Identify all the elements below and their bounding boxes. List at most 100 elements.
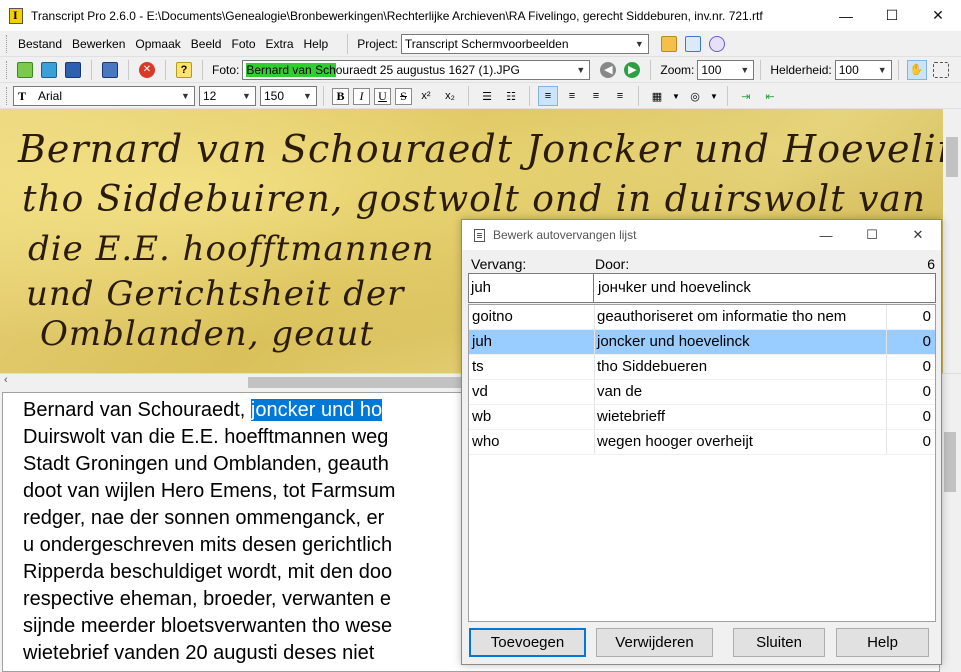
replacement-list[interactable]: goitno geauthoriseret om informatie tho … [468,304,936,622]
viewer-vertical-scrollbar[interactable] [943,109,961,373]
add-button[interactable]: Toevoegen [469,628,586,657]
chevron-down-icon: ▼ [630,35,648,53]
door-header: Door: [595,256,630,272]
zoom-label: Zoom: [660,62,695,77]
scroll-thumb[interactable] [248,377,468,388]
scroll-left-icon[interactable]: ‹ [4,374,8,386]
brightness-select[interactable]: 100 ▼ [834,59,892,80]
chevron-down-icon: ▼ [736,60,754,79]
menu-foto[interactable]: Foto [226,37,260,51]
menu-help[interactable]: Help [299,37,334,51]
cancel-icon[interactable]: ✕ [137,60,157,80]
project-select[interactable]: Transcript Schermvoorbeelden ▼ [400,34,649,54]
list-item-value: tho Siddebueren [595,355,887,379]
menu-beeld[interactable]: Beeld [186,37,227,51]
maximize-button[interactable]: ☐ [869,0,915,31]
folder-open-icon[interactable] [659,34,679,54]
chevron-down-icon: ▼ [299,87,316,105]
editor-scrollbar[interactable] [940,392,961,672]
app-icon [9,7,23,24]
list-item[interactable]: goitno geauthoriseret om informatie tho … [469,305,935,330]
bold-button[interactable]: B [332,87,349,105]
chevron-down-icon[interactable]: ▼ [671,86,681,106]
open-file-icon[interactable] [15,60,35,80]
list-item-key: juh [469,330,595,354]
bullet-list-icon[interactable]: ☰ [477,86,497,106]
zoom-value: 100 [701,62,722,77]
photo-filename: ouraedt 25 augustus 1627 (1).JPG [335,62,520,77]
align-center-icon[interactable]: ≡ [562,86,582,106]
list-item-count: 0 [922,433,931,450]
minimize-button[interactable]: — [823,0,869,31]
align-left-icon[interactable]: ≡ [538,86,558,106]
align-justify-icon[interactable]: ≡ [610,86,630,106]
numbered-list-icon[interactable]: ☷ [501,86,521,106]
list-item-count: 0 [922,308,931,325]
font-icon: T [18,89,27,103]
next-icon[interactable]: ▶ [622,60,642,80]
subscript-button[interactable]: x₂ [440,86,460,106]
vervang-input[interactable]: juh [468,273,594,303]
dialog-maximize-button[interactable]: ☐ [849,220,895,250]
strike-button[interactable]: S [395,87,412,105]
image-icon[interactable] [39,60,59,80]
scroll-thumb[interactable] [944,432,956,492]
target-icon[interactable] [707,34,727,54]
toolbar-grip [6,87,9,105]
format-toolbar: T Arial ▼ 12 ▼ 150 ▼ B I U S x² x₂ ☰ ☷ ≡… [0,84,961,109]
list-item-selected[interactable]: juh joncker und hoevelinck 0 [469,330,935,355]
font-size-value: 12 [203,89,217,103]
zoom-select[interactable]: 100 ▼ [697,59,755,80]
help-button[interactable]: Help [836,628,929,657]
select-rect-icon[interactable] [931,60,951,80]
properties-icon[interactable] [100,60,120,80]
toolbar-separator [650,59,652,80]
menu-bewerken[interactable]: Bewerken [67,37,130,51]
list-item-value: geauthoriseret om informatie tho nem [595,305,887,329]
align-right-icon[interactable]: ≡ [586,86,606,106]
photo-select[interactable]: Bernard van Schouraedt 25 augustus 1627 … [242,59,591,80]
editor-zoom-select[interactable]: 150 ▼ [260,86,317,106]
close-button[interactable]: ✕ [915,0,961,31]
underline-button[interactable]: U [374,87,391,105]
save-icon[interactable] [63,60,83,80]
menu-bestand[interactable]: Bestand [13,37,67,51]
list-item-count: 0 [922,358,931,375]
chevron-down-icon: ▼ [873,60,891,79]
superscript-button[interactable]: x² [416,86,436,106]
title-bar: Transcript Pro 2.6.0 - E:\Documents\Gene… [0,0,961,31]
font-size-select[interactable]: 12 ▼ [199,86,256,106]
vervang-input-value: juh [471,279,492,296]
dialog-minimize-button[interactable]: — [803,220,849,250]
font-select[interactable]: T Arial ▼ [13,86,195,106]
door-input[interactable]: jончker und hoevelinck [593,273,936,303]
menu-extra[interactable]: Extra [261,37,299,51]
hand-tool-icon[interactable]: ✋ [906,59,927,80]
close-dialog-button[interactable]: Sluiten [733,628,825,657]
indent-increase-icon[interactable]: ⇥ [736,86,756,106]
window-layout-icon[interactable] [683,34,703,54]
list-item-value: van de [595,380,887,404]
delete-button[interactable]: Verwijderen [596,628,713,657]
previous-icon[interactable]: ◀ [598,60,618,80]
list-item[interactable]: vd van de 0 [469,380,935,405]
toolbar-separator [323,86,324,106]
brightness-label: Helderheid: [770,62,832,77]
entry-count: 6 [927,256,935,272]
toolbar-separator [897,59,899,80]
toolbar-grip [6,60,9,79]
indent-decrease-icon[interactable]: ⇤ [760,86,780,106]
list-item[interactable]: who wegen hooger overheijt 0 [469,430,935,455]
scroll-thumb[interactable] [946,137,958,177]
list-item[interactable]: ts tho Siddebueren 0 [469,355,935,380]
list-item-key: vd [469,380,595,404]
text-color-icon[interactable]: ◎ [685,86,705,106]
photo-highlight: Bernard van Sch [246,62,336,77]
dialog-close-button[interactable]: ✕ [895,220,941,250]
help-icon[interactable]: ? [174,60,194,80]
menu-opmaak[interactable]: Opmaak [130,37,185,51]
highlight-color-icon[interactable]: ▦ [647,86,667,106]
chevron-down-icon[interactable]: ▼ [709,86,719,106]
italic-button[interactable]: I [353,87,370,105]
list-item[interactable]: wb wietebrieff 0 [469,405,935,430]
